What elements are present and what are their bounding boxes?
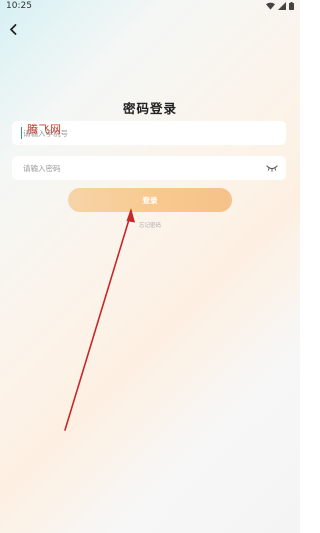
annotation-arrow [64,208,135,431]
forgot-password-link[interactable]: 忘记密码 [0,221,300,229]
password-input[interactable] [12,156,286,180]
battery-icon [289,2,294,10]
back-button[interactable] [4,20,22,38]
status-icons [266,2,294,10]
page-title: 密码登录 [122,101,177,116]
password-field[interactable] [12,156,286,180]
login-button-label: 登录 [142,195,158,205]
phone-field[interactable] [12,121,286,145]
forgot-password-label: 忘记密码 [138,223,161,229]
wifi-icon [266,2,275,10]
status-time: 10:25 [6,1,32,11]
chevron-left-icon [10,23,17,35]
signal-icon [278,2,286,10]
status-bar: 10:25 [0,0,300,14]
eye-closed-icon[interactable] [266,163,278,173]
login-button[interactable]: 登录 [68,188,232,212]
phone-input[interactable] [12,121,286,145]
login-screen: 10:25 密码登录 腾飞网 [0,0,300,533]
